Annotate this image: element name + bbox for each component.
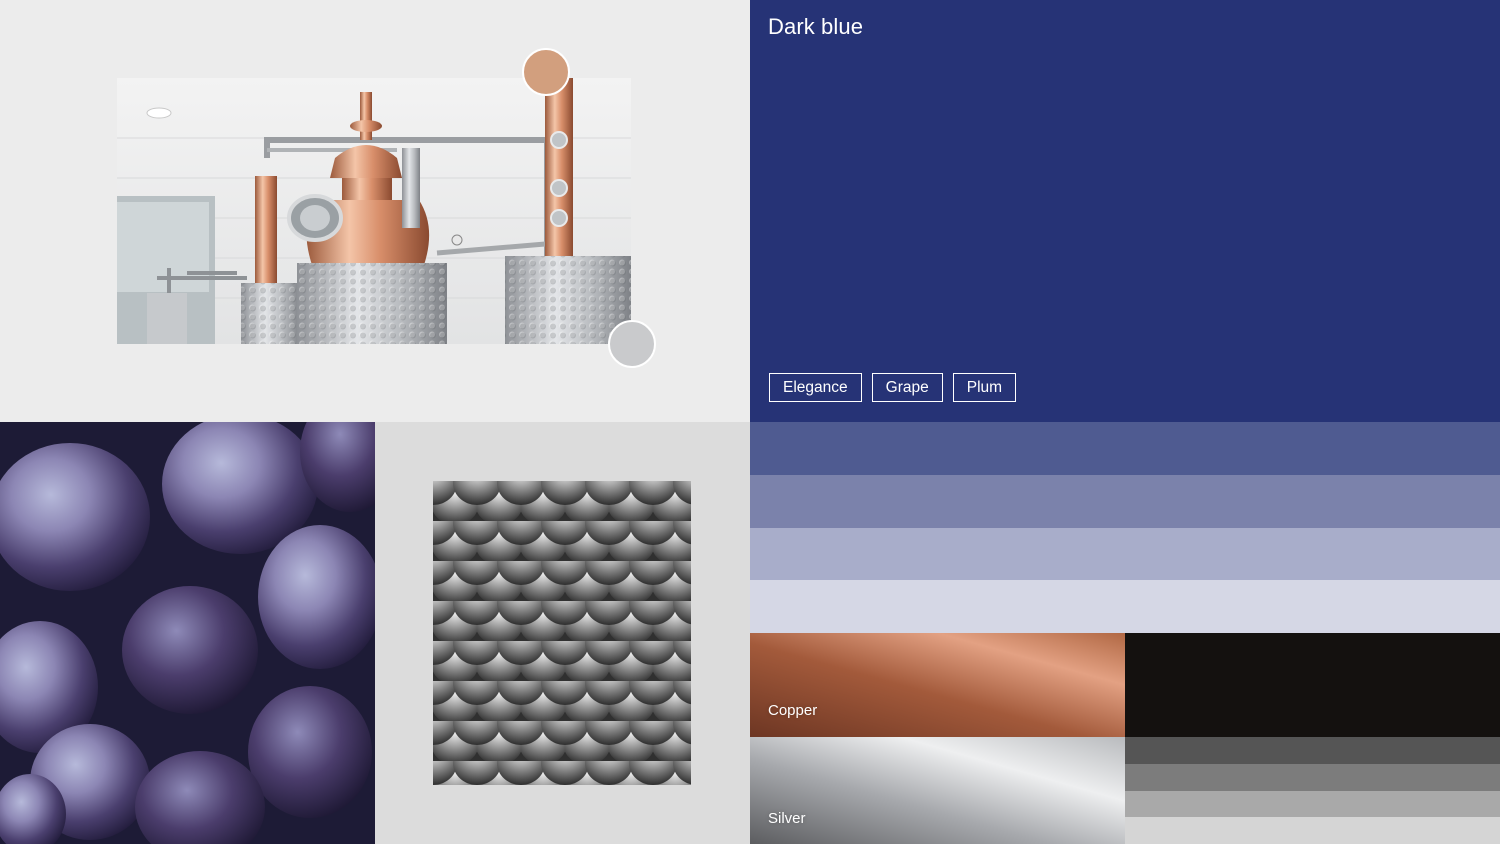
tag-elegance[interactable]: Elegance bbox=[769, 373, 862, 402]
copper-still-illustration bbox=[117, 78, 631, 344]
silver-swatch: Silver bbox=[750, 737, 1125, 844]
steel-texture-panel bbox=[375, 422, 750, 844]
keyword-tags: Elegance Grape Plum bbox=[769, 373, 1017, 402]
copper-color-dot bbox=[522, 48, 570, 96]
tint-60 bbox=[750, 474, 1500, 528]
dimpled-steel-photo bbox=[433, 481, 691, 785]
copper-label: Copper bbox=[768, 702, 818, 719]
blue-tint-scale bbox=[750, 422, 1500, 633]
silver-texture bbox=[750, 737, 1125, 844]
tag-plum[interactable]: Plum bbox=[952, 373, 1017, 402]
panel-title: Dark blue bbox=[768, 14, 864, 39]
dark-blue-panel: Dark blue Elegance Grape Plum bbox=[750, 0, 1500, 422]
copper-texture bbox=[750, 633, 1125, 737]
grey-scale bbox=[1125, 737, 1500, 844]
tint-80 bbox=[750, 422, 1500, 475]
tint-40 bbox=[750, 527, 1500, 581]
grey-40 bbox=[1125, 790, 1500, 818]
silver-label: Silver bbox=[768, 810, 806, 827]
grey-60 bbox=[1125, 763, 1500, 791]
grey-20 bbox=[1125, 817, 1500, 844]
grey-80 bbox=[1125, 737, 1500, 764]
black-swatch bbox=[1125, 633, 1500, 737]
distillery-photo-panel bbox=[0, 0, 750, 422]
plums-photo bbox=[0, 422, 375, 844]
dimpled-steel-illustration bbox=[433, 481, 691, 785]
tag-grape[interactable]: Grape bbox=[871, 373, 943, 402]
distillery-photo bbox=[117, 78, 631, 344]
copper-swatch: Copper bbox=[750, 633, 1125, 737]
tint-20 bbox=[750, 580, 1500, 633]
plums-illustration bbox=[0, 422, 375, 844]
silver-color-dot bbox=[608, 320, 656, 368]
